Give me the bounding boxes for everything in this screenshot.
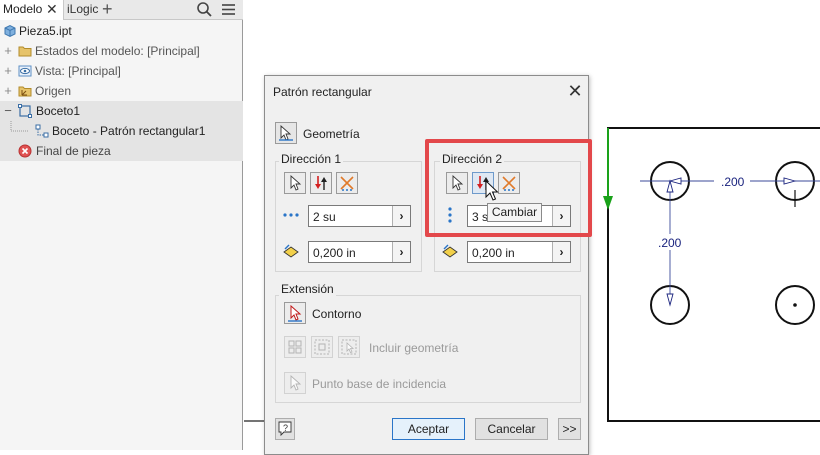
direction1-count-value: 2 su bbox=[313, 210, 336, 224]
grid-select-icon bbox=[288, 340, 302, 354]
direction2-spacing-value: 0,200 in bbox=[472, 246, 515, 260]
tree-item-label: Vista: [Principal] bbox=[35, 64, 121, 78]
chevron-right-icon[interactable]: › bbox=[392, 242, 410, 262]
flip-direction-icon bbox=[315, 176, 327, 190]
direction1-flip-button[interactable] bbox=[310, 172, 332, 194]
direction1-title: Dirección 1 bbox=[279, 152, 344, 166]
contour-label: Contorno bbox=[312, 307, 362, 321]
pattern-icon bbox=[35, 124, 49, 138]
dimension-vertical-value[interactable]: .200 bbox=[658, 236, 682, 250]
dialog-title: Patrón rectangular bbox=[273, 85, 372, 99]
tree-item-label: Pieza5.ipt bbox=[19, 24, 72, 38]
include-geometry-button-2[interactable] bbox=[311, 336, 333, 358]
help-icon: ? bbox=[278, 421, 292, 437]
search-icon[interactable] bbox=[196, 1, 213, 18]
geometry-label: Geometría bbox=[303, 127, 360, 141]
hamburger-menu-icon[interactable] bbox=[220, 1, 237, 18]
tree-item-sketch1[interactable]: − Boceto1 bbox=[0, 101, 243, 121]
view-eye-icon bbox=[18, 65, 32, 77]
include-geometry-label: Incluir geometría bbox=[369, 341, 459, 355]
geometry-cursor-icon bbox=[279, 124, 293, 141]
cancel-button[interactable]: Cancelar bbox=[475, 418, 548, 440]
part-file-icon bbox=[4, 24, 16, 38]
geometry-select-button[interactable] bbox=[275, 122, 297, 144]
end-of-part-icon bbox=[18, 144, 32, 158]
tree-item-model-states[interactable]: + Estados del modelo: [Principal] bbox=[0, 41, 243, 61]
dimension-arrow-icon bbox=[783, 177, 797, 185]
close-icon[interactable]: ✕ bbox=[46, 1, 58, 18]
svg-text:?: ? bbox=[283, 423, 288, 433]
tree-item-label: Final de pieza bbox=[36, 144, 111, 158]
browser-tab-bar: Modelo ✕ iLogic + bbox=[0, 0, 243, 20]
collapse-minus-icon[interactable]: − bbox=[3, 101, 13, 121]
extension-title: Extensión bbox=[279, 282, 336, 296]
tree-item-label: Origen bbox=[35, 84, 72, 98]
cursor-arrow-icon bbox=[290, 174, 302, 191]
sketch-rectangle[interactable] bbox=[607, 127, 820, 422]
chevron-right-icon[interactable]: › bbox=[392, 206, 410, 226]
tree-item-origin[interactable]: + Origen bbox=[0, 81, 243, 101]
help-button[interactable]: ? bbox=[275, 418, 295, 440]
contour-cursor-icon bbox=[288, 304, 302, 322]
tab-ilogic[interactable]: iLogic bbox=[67, 0, 98, 20]
origin-folder-icon bbox=[18, 86, 32, 97]
contour-select-button[interactable] bbox=[284, 302, 306, 324]
grid-cursor-icon bbox=[341, 339, 357, 355]
midplane-icon bbox=[340, 176, 354, 191]
base-point-select-button[interactable] bbox=[284, 372, 306, 394]
rectangular-pattern-dialog: Patrón rectangular ✕ Geometría Dirección… bbox=[264, 75, 589, 455]
count-icon bbox=[283, 213, 299, 217]
grid-center-icon bbox=[314, 339, 330, 355]
tree-item-sketch-pattern[interactable]: Boceto - Patrón rectangular1 bbox=[0, 121, 243, 141]
close-icon[interactable]: ✕ bbox=[567, 82, 583, 100]
axis-arrow-icon bbox=[603, 196, 613, 210]
tree-item-view[interactable]: + Vista: [Principal] bbox=[0, 61, 243, 81]
base-point-cursor-icon bbox=[290, 374, 302, 391]
direction1-count-field[interactable]: 2 su › bbox=[308, 205, 411, 227]
tree-item-label: Estados del modelo: [Principal] bbox=[35, 44, 200, 58]
tree-item-label: Boceto - Patrón rectangular1 bbox=[52, 124, 206, 138]
dimension-horizontal-value[interactable]: .200 bbox=[721, 175, 745, 189]
dimension-arrow-icon bbox=[666, 179, 674, 193]
expand-plus-icon[interactable]: + bbox=[3, 41, 13, 61]
include-geometry-button-3[interactable] bbox=[338, 336, 360, 358]
dimension-arrow-icon bbox=[668, 177, 682, 185]
direction1-spacing-value: 0,200 in bbox=[313, 246, 356, 260]
accept-button[interactable]: Aceptar bbox=[392, 418, 465, 440]
tree-item-part-file[interactable]: Pieza5.ipt bbox=[0, 21, 243, 41]
model-browser: Modelo ✕ iLogic + Pieza5.ipt + Estados d… bbox=[0, 0, 243, 450]
direction1-select-path-button[interactable] bbox=[284, 172, 306, 194]
more-options-button[interactable]: >> bbox=[558, 418, 581, 440]
direction2-spacing-field[interactable]: 0,200 in › bbox=[467, 241, 571, 263]
spacing-icon bbox=[442, 244, 458, 258]
include-geometry-button-1[interactable] bbox=[284, 336, 306, 358]
direction1-midplane-button[interactable] bbox=[336, 172, 358, 194]
tab-modelo-label: Modelo bbox=[3, 2, 43, 16]
folder-icon bbox=[18, 46, 32, 57]
base-point-label: Punto base de incidencia bbox=[312, 377, 447, 391]
add-tab-icon[interactable]: + bbox=[102, 0, 113, 20]
tree-connector-line bbox=[10, 121, 28, 132]
highlight-frame bbox=[425, 139, 592, 237]
circle-center-point bbox=[793, 303, 797, 307]
dimension-arrow-icon bbox=[666, 293, 674, 307]
expand-plus-icon[interactable]: + bbox=[3, 81, 13, 101]
tree-item-label: Boceto1 bbox=[36, 104, 81, 118]
spacing-icon bbox=[283, 244, 299, 258]
direction1-spacing-field[interactable]: 0,200 in › bbox=[308, 241, 411, 263]
tree-item-end-of-part[interactable]: Final de pieza bbox=[0, 141, 243, 161]
sketch-icon bbox=[18, 104, 32, 118]
chevron-right-icon[interactable]: › bbox=[552, 242, 570, 262]
expand-plus-icon[interactable]: + bbox=[3, 61, 13, 81]
